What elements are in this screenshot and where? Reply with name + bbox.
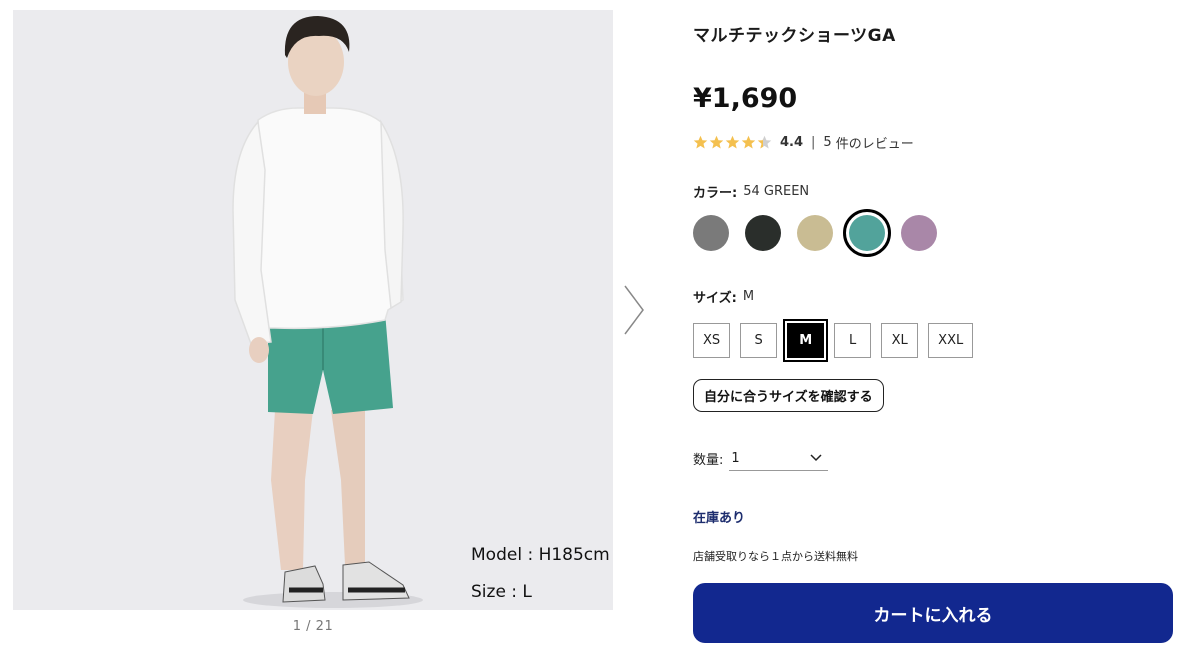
star-icon (725, 135, 740, 148)
review-label: 件のレビュー (835, 136, 914, 152)
add-to-cart-button[interactable]: カートに入れる (693, 583, 1173, 643)
quantity-value: 1 (731, 450, 740, 466)
image-counter: 1 / 21 (292, 619, 334, 634)
quantity-select[interactable]: 1 (729, 446, 829, 471)
color-value: 54 GREEN (743, 184, 810, 199)
size-option-xs[interactable]: XS (693, 323, 731, 358)
product-image[interactable]: Model : H185cm Size : L (13, 10, 613, 610)
color-swatch-green[interactable] (843, 209, 891, 257)
model-size: Size : L (471, 582, 532, 602)
size-label: サイズ: (693, 291, 737, 306)
model-illustration (232, 16, 423, 608)
color-swatch-beige[interactable] (797, 215, 833, 251)
size-option-l[interactable]: L (834, 323, 872, 358)
color-swatch-black[interactable] (745, 215, 781, 251)
size-option-xl[interactable]: XL (881, 323, 919, 358)
size-fit-button[interactable]: 自分に合うサイズを確認する (693, 379, 884, 412)
stock-status: 在庫あり (693, 511, 746, 526)
review-count: 5 (823, 134, 832, 150)
color-swatch-gray[interactable] (693, 215, 729, 251)
star-icon (741, 135, 756, 148)
color-swatches (693, 209, 937, 257)
size-option-xxl[interactable]: XXL (928, 323, 974, 358)
star-icon (757, 135, 772, 148)
quantity-label: 数量: (693, 453, 724, 468)
quantity-control: 数量: 1 (693, 446, 829, 471)
color-label: カラー: (693, 186, 738, 201)
star-rating (693, 135, 772, 150)
product-title: マルチテックショーツGA (693, 26, 896, 46)
chevron-right-icon[interactable] (621, 283, 647, 337)
chevron-down-icon (810, 454, 822, 462)
size-option-m[interactable]: M (783, 319, 829, 362)
size-options: XS S M L XL XXL (693, 319, 974, 362)
star-icon (709, 135, 724, 148)
size-value: M (742, 289, 755, 304)
color-label-row: カラー: 54 GREEN (693, 182, 809, 201)
size-option-s[interactable]: S (740, 323, 778, 358)
shipping-note: 店舗受取りなら１点から送料無料 (693, 550, 858, 563)
rating-value: 4.4 (780, 134, 804, 150)
product-price: ¥1,690 (693, 83, 798, 114)
color-swatch-purple[interactable] (901, 215, 937, 251)
model-height: Model : H185cm (471, 545, 610, 565)
rating-separator: | (811, 134, 816, 150)
rating-summary[interactable]: 4.4 | 5 件のレビュー (693, 132, 914, 152)
size-label-row: サイズ: M (693, 287, 754, 306)
star-icon (693, 135, 708, 148)
